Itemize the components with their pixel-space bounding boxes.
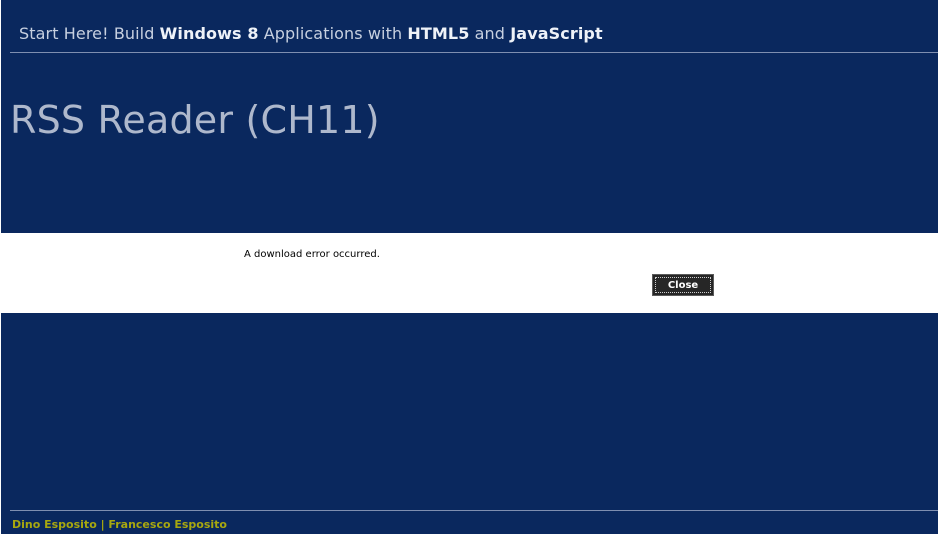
error-dialog: A download error occurred. Close [1,233,938,313]
close-button-label: Close [655,277,711,293]
app-window: Start Here! Build Windows 8 Applications… [1,0,938,534]
header-title-text: Start Here! Build [19,24,160,43]
header-title-emphasis: HTML5 [407,24,470,43]
header-title: Start Here! Build Windows 8 Applications… [19,24,603,43]
footer-divider [10,510,938,511]
footer-authors: Dino Esposito | Francesco Esposito [12,518,227,531]
page-title: RSS Reader (CH11) [10,98,380,143]
header-title-text: Applications with [258,24,408,43]
header-title-emphasis: JavaScript [510,24,603,43]
header-divider [10,52,938,53]
close-button[interactable]: Close [652,274,714,296]
app-header: Start Here! Build Windows 8 Applications… [1,0,938,53]
header-title-emphasis: Windows 8 [159,24,259,43]
error-message: A download error occurred. [244,249,380,260]
header-title-text: and [469,24,511,43]
